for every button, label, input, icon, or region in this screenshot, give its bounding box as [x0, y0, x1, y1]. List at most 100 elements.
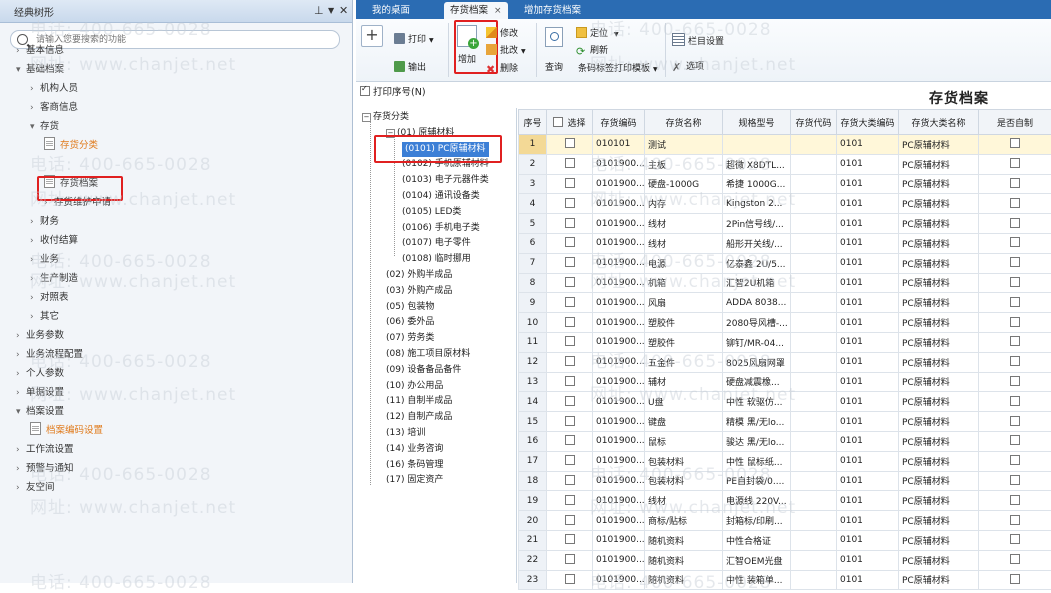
- nav-item[interactable]: ▾档案设置: [16, 403, 64, 421]
- self-made-checkbox[interactable]: [1010, 138, 1020, 148]
- self-made-checkbox[interactable]: [1010, 277, 1020, 287]
- chevron-down-icon[interactable]: ▼: [328, 6, 334, 15]
- tab-my-desktop[interactable]: 我的桌面: [366, 2, 416, 19]
- collapse-arrow-icon[interactable]: ›: [16, 365, 26, 383]
- table-cell[interactable]: [979, 214, 1051, 234]
- collapse-arrow-icon[interactable]: ›: [30, 308, 40, 326]
- table-cell[interactable]: [547, 431, 593, 451]
- nav-item[interactable]: ›收付结算: [30, 232, 78, 250]
- delete-button[interactable]: ✖删除: [486, 61, 518, 75]
- nav-item[interactable]: ▾存货: [30, 118, 59, 136]
- table-cell[interactable]: [979, 550, 1051, 570]
- table-row[interactable]: 200101900...商标/贴标封箱标/印刷...0101PC原辅材料: [519, 511, 1051, 531]
- tab-inventory-file[interactable]: 存货档案×: [444, 2, 508, 19]
- table-row[interactable]: 70101900...电源亿泰鑫 2U/5...0101PC原辅材料: [519, 253, 1051, 273]
- table-row[interactable]: 150101900...键盘精模 黑/无lo...0101PC原辅材料: [519, 412, 1051, 432]
- table-row[interactable]: 80101900...机箱汇智2U机箱0101PC原辅材料: [519, 273, 1051, 293]
- table-row[interactable]: 1010101测试0101PC原辅材料: [519, 135, 1051, 155]
- category-tree-item[interactable]: (10) 办公用品: [386, 379, 443, 395]
- table-cell[interactable]: [547, 253, 593, 273]
- category-tree-item[interactable]: (14) 业务咨询: [386, 442, 443, 458]
- table-cell[interactable]: [547, 412, 593, 432]
- row-select-checkbox[interactable]: [565, 237, 575, 247]
- self-made-checkbox[interactable]: [1010, 495, 1020, 505]
- category-tree-item[interactable]: (05) 包装物: [386, 300, 434, 316]
- pin-icon[interactable]: ⊥: [314, 4, 324, 17]
- row-select-checkbox[interactable]: [565, 455, 575, 465]
- table-cell[interactable]: [547, 392, 593, 412]
- collapse-arrow-icon[interactable]: ›: [16, 346, 26, 364]
- column-header[interactable]: 存货大类名称: [899, 110, 979, 135]
- column-header[interactable]: 存货编码: [593, 110, 645, 135]
- self-made-checkbox[interactable]: [1010, 396, 1020, 406]
- expand-arrow-icon[interactable]: ▾: [30, 118, 40, 136]
- table-cell[interactable]: [979, 352, 1051, 372]
- nav-item[interactable]: 档案编码设置: [30, 422, 103, 440]
- table-row[interactable]: 210101900...随机资料中性合格证0101PC原辅材料: [519, 530, 1051, 550]
- nav-item[interactable]: ›基本信息: [16, 42, 64, 60]
- nav-item[interactable]: ›业务参数: [16, 327, 64, 345]
- table-cell[interactable]: [979, 194, 1051, 214]
- table-cell[interactable]: [979, 253, 1051, 273]
- row-select-checkbox[interactable]: [565, 277, 575, 287]
- table-row[interactable]: 30101900...硬盘-1000G希捷 1000G...0101PC原辅材料: [519, 174, 1051, 194]
- table-cell[interactable]: [979, 293, 1051, 313]
- category-tree-item[interactable]: (0108) 临时挪用: [402, 252, 471, 268]
- column-header[interactable]: 序号: [519, 110, 547, 135]
- category-tree-item[interactable]: (12) 自制产成品: [386, 410, 452, 426]
- category-tree-item[interactable]: (13) 培训: [386, 426, 425, 442]
- nav-item[interactable]: ›个人参数: [16, 365, 64, 383]
- self-made-checkbox[interactable]: [1010, 336, 1020, 346]
- table-row[interactable]: 90101900...风扇ADDA 8038...0101PC原辅材料: [519, 293, 1051, 313]
- self-made-checkbox[interactable]: [1010, 237, 1020, 247]
- table-cell[interactable]: [979, 154, 1051, 174]
- self-made-checkbox[interactable]: [1010, 297, 1020, 307]
- table-cell[interactable]: [979, 570, 1051, 590]
- table-cell[interactable]: [979, 471, 1051, 491]
- column-header[interactable]: 存货名称: [645, 110, 723, 135]
- select-all-checkbox[interactable]: [553, 117, 563, 127]
- table-row[interactable]: 40101900...内存Kingston 2...0101PC原辅材料: [519, 194, 1051, 214]
- tab-add-inventory-file[interactable]: 增加存货档案: [518, 2, 587, 19]
- category-tree-item[interactable]: (06) 委外品: [386, 315, 434, 331]
- table-cell[interactable]: [547, 135, 593, 155]
- collapse-arrow-icon[interactable]: ›: [16, 384, 26, 402]
- category-tree-item[interactable]: (0105) LED类: [402, 205, 461, 221]
- category-tree-item[interactable]: (03) 外购产成品: [386, 284, 452, 300]
- row-select-checkbox[interactable]: [565, 356, 575, 366]
- category-tree-item[interactable]: (07) 劳务类: [386, 331, 434, 347]
- table-row[interactable]: 230101900...随机资料中性 装箱单...0101PC原辅材料: [519, 570, 1051, 590]
- table-cell[interactable]: [547, 293, 593, 313]
- table-cell[interactable]: [547, 570, 593, 590]
- new-plus-icon[interactable]: +: [361, 25, 383, 47]
- self-made-checkbox[interactable]: [1010, 515, 1020, 525]
- table-cell[interactable]: [547, 372, 593, 392]
- table-cell[interactable]: [979, 511, 1051, 531]
- table-cell[interactable]: [547, 154, 593, 174]
- expand-arrow-icon[interactable]: ▾: [16, 61, 26, 79]
- self-made-checkbox[interactable]: [1010, 317, 1020, 327]
- collapse-arrow-icon[interactable]: ›: [30, 99, 40, 117]
- nav-item[interactable]: ›工作流设置: [16, 441, 74, 459]
- nav-item[interactable]: ›预警与通知: [16, 460, 74, 478]
- self-made-checkbox[interactable]: [1010, 198, 1020, 208]
- table-cell[interactable]: [979, 174, 1051, 194]
- edit-button[interactable]: 修改: [486, 26, 518, 39]
- table-cell[interactable]: [979, 530, 1051, 550]
- row-select-checkbox[interactable]: [565, 336, 575, 346]
- category-tree-item[interactable]: (0103) 电子元器件类: [402, 173, 489, 189]
- table-cell[interactable]: [547, 194, 593, 214]
- row-select-checkbox[interactable]: [565, 317, 575, 327]
- column-header[interactable]: 规格型号: [723, 110, 791, 135]
- table-cell[interactable]: [979, 491, 1051, 511]
- row-select-checkbox[interactable]: [565, 178, 575, 188]
- table-row[interactable]: 160101900...鼠标骏达 黑/无lo...0101PC原辅材料: [519, 431, 1051, 451]
- column-header[interactable]: 是否自制: [979, 110, 1051, 135]
- table-cell[interactable]: [547, 451, 593, 471]
- table-row[interactable]: 190101900...线材电源线 220V...0101PC原辅材料: [519, 491, 1051, 511]
- column-header[interactable]: 存货大类编码: [837, 110, 899, 135]
- self-made-checkbox[interactable]: [1010, 574, 1020, 584]
- collapse-arrow-icon[interactable]: ›: [30, 251, 40, 269]
- table-row[interactable]: 60101900...线材船形开关线/...0101PC原辅材料: [519, 233, 1051, 253]
- self-made-checkbox[interactable]: [1010, 218, 1020, 228]
